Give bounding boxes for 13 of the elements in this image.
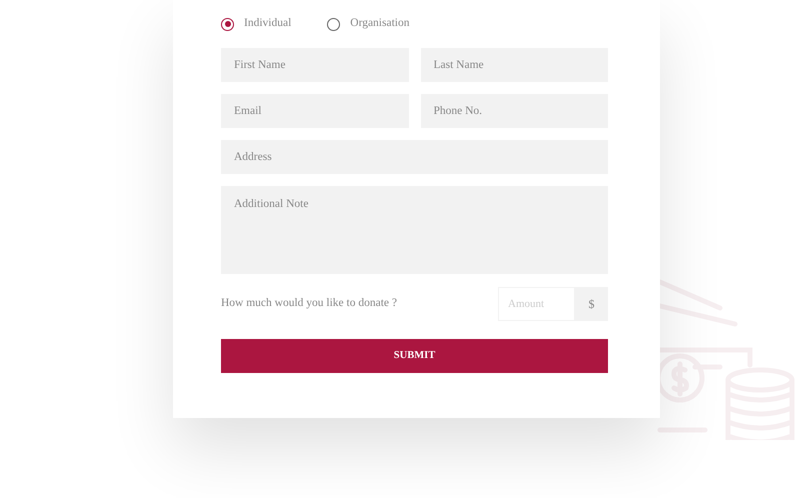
currency-sign: $: [575, 287, 608, 321]
input-field[interactable]: Email: [221, 94, 408, 128]
submit-button[interactable]: SUBMIT: [221, 339, 608, 373]
input-field[interactable]: Last Name: [420, 48, 608, 82]
donor-type-radio[interactable]: Individual: [221, 15, 292, 33]
input-field[interactable]: First Name: [221, 48, 408, 82]
donation-question: How much would you like to donate ?: [221, 296, 397, 312]
donor-type-radio[interactable]: Organisation: [327, 15, 410, 33]
note-field[interactable]: Additional Note: [221, 186, 608, 274]
radio-icon[interactable]: [327, 18, 340, 30]
radio-icon[interactable]: [221, 18, 234, 30]
input-field[interactable]: Address: [221, 140, 608, 174]
input-field[interactable]: Phone No.: [420, 94, 608, 128]
